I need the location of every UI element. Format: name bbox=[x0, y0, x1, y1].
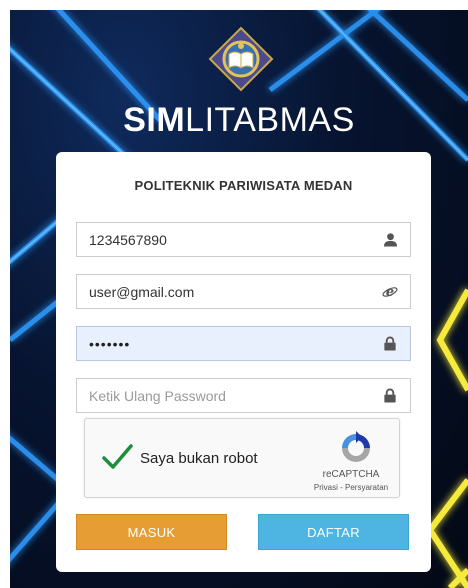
captcha-label: Saya bukan robot bbox=[140, 450, 258, 467]
brand-light: LITABMAS bbox=[185, 101, 355, 139]
confirm-password-input[interactable]: Ketik Ulang Password bbox=[89, 388, 382, 404]
register-button[interactable]: DAFTAR bbox=[258, 514, 409, 550]
app-logo-text: SIMLITABMAS bbox=[10, 100, 468, 140]
user-icon bbox=[382, 232, 398, 248]
recaptcha-widget: Saya bukan robot reCAPTCHA Privasi - Per… bbox=[84, 418, 400, 498]
recaptcha-brand: reCAPTCHA bbox=[322, 469, 380, 480]
login-screen: SIMLITABMAS POLITEKNIK PARIWISATA MEDAN … bbox=[10, 10, 468, 588]
email-field[interactable]: user@gmail.com e bbox=[76, 274, 411, 309]
ie-icon: e bbox=[382, 284, 398, 300]
institution-logo-icon bbox=[208, 26, 274, 92]
brand-bold: SIM bbox=[123, 101, 186, 139]
checkmark-icon[interactable] bbox=[101, 443, 133, 471]
svg-text:e: e bbox=[386, 285, 394, 300]
id-field[interactable]: 1234567890 bbox=[76, 222, 411, 257]
recaptcha-logo-icon bbox=[342, 431, 370, 462]
recaptcha-links[interactable]: Privasi - Persyaratan bbox=[305, 483, 397, 492]
confirm-password-field[interactable]: Ketik Ulang Password bbox=[76, 378, 411, 413]
id-input[interactable]: 1234567890 bbox=[89, 232, 382, 248]
lock-icon bbox=[382, 388, 398, 404]
login-card: POLITEKNIK PARIWISATA MEDAN 1234567890 u… bbox=[56, 152, 431, 572]
email-input[interactable]: user@gmail.com bbox=[89, 284, 382, 300]
password-field[interactable]: ••••••• bbox=[76, 326, 411, 361]
institution-title: POLITEKNIK PARIWISATA MEDAN bbox=[134, 178, 353, 193]
lock-icon bbox=[382, 336, 398, 352]
password-input[interactable]: ••••••• bbox=[89, 336, 382, 352]
login-button[interactable]: MASUK bbox=[76, 514, 227, 550]
